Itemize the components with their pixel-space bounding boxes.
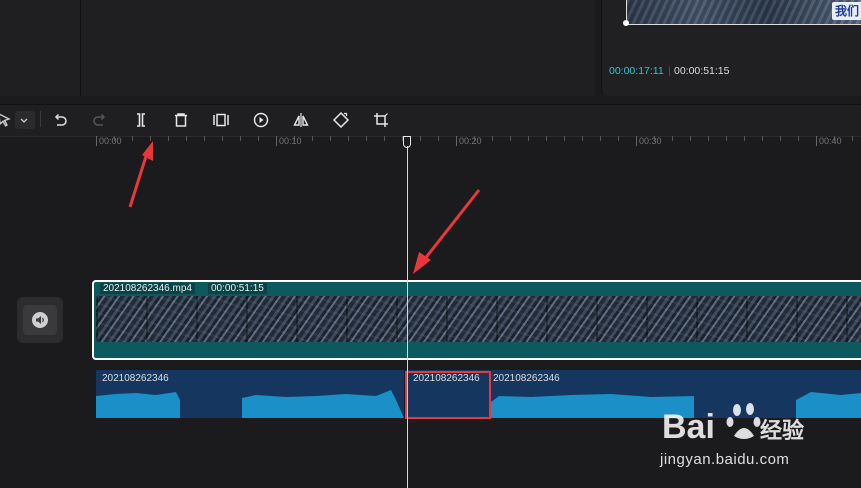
svg-text:Bai: Bai xyxy=(662,408,715,446)
watermark-url: jingyan.baidu.com xyxy=(660,451,790,468)
svg-text:经验: 经验 xyxy=(760,418,804,444)
baidu-jingyan-logo: Bai 经验 xyxy=(662,398,812,448)
